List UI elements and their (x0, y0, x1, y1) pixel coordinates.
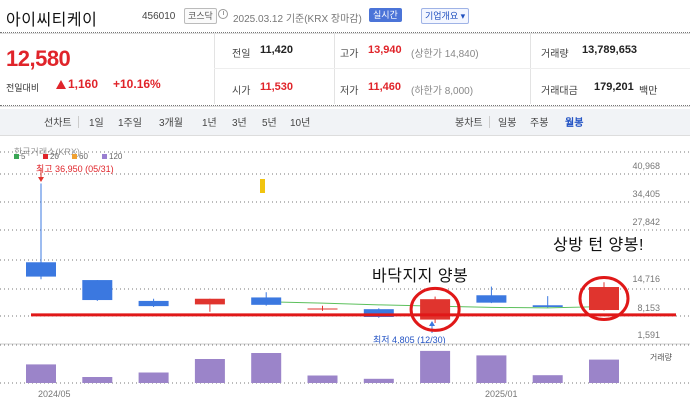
volume-bar (251, 353, 282, 383)
volume-bar (363, 378, 394, 383)
ma120-legend: 120 (102, 152, 122, 161)
divider (214, 68, 690, 69)
low-value: 11,460 (368, 81, 402, 93)
trade-value-unit: 백만 (639, 86, 658, 97)
x-tick: 2024/05 (38, 389, 71, 399)
y-tick: 1,591 (637, 330, 660, 340)
volume-label: 거래량 (649, 353, 672, 362)
prev-close-value: 11,420 (260, 44, 294, 56)
divider (78, 116, 79, 128)
volume-bar (532, 375, 563, 383)
high-value: 13,940 (368, 44, 402, 56)
stock-name: 아이씨티케이 (6, 12, 98, 29)
candle-body (476, 295, 507, 303)
tab-period[interactable]: 1년 (202, 114, 217, 129)
low-label: 저가 (340, 86, 359, 97)
divider (334, 34, 335, 104)
ma20-legend: 20 (43, 152, 59, 161)
tab-monthly[interactable]: 월봉 (565, 114, 583, 129)
divider (214, 34, 215, 104)
high-label: 고가 (340, 49, 359, 60)
clock-icon (218, 9, 228, 19)
tab-weekly[interactable]: 주봉 (530, 114, 548, 129)
trade-value: 179,201 (594, 81, 634, 93)
ma5-legend: 5 (14, 152, 25, 161)
market-badge: 코스닥 (184, 8, 217, 24)
y-tick: 40,968 (632, 161, 660, 171)
candle-body (532, 305, 563, 307)
y-tick: 8,153 (637, 303, 660, 313)
tab-period[interactable]: 3년 (232, 114, 247, 129)
tab-candle-chart[interactable]: 봉차트 (455, 114, 483, 129)
candle-body (138, 300, 169, 307)
annotation-bottom-support: 바닥지지 양봉 (372, 268, 469, 285)
divider (530, 34, 531, 104)
candle-body (307, 308, 338, 310)
current-price: 12,580 (6, 46, 71, 71)
tab-period[interactable]: 1일 (89, 114, 104, 129)
candle-body (26, 262, 56, 277)
open-value: 11,530 (260, 81, 294, 93)
candle-body (82, 280, 113, 301)
ma20-line (266, 301, 605, 309)
tab-line-chart[interactable]: 선차트 (44, 114, 72, 129)
marker (260, 179, 265, 193)
tab-period[interactable]: 3개월 (159, 114, 183, 129)
y-tick: 34,405 (632, 189, 660, 199)
up-triangle-icon (56, 80, 66, 89)
highlight-circle (578, 276, 630, 322)
change-label: 전일대비 (6, 83, 40, 93)
candle-body (420, 299, 451, 320)
change-percent: +10.16% (113, 77, 161, 91)
high-note: 최고 36,950 (05/31) (36, 164, 114, 174)
volume-bar (307, 375, 338, 383)
volume-label: 거래량 (541, 49, 569, 60)
stock-header: 아이씨티케이 456010 코스닥 2025.03.12 기준(KRX 장마감)… (0, 0, 690, 32)
volume-bar (138, 372, 169, 383)
candle-body (251, 297, 282, 305)
volume-value: 13,789,653 (582, 44, 638, 56)
candle-body (589, 287, 619, 311)
trade-value-label: 거래대금 (541, 86, 578, 97)
volume-bar (476, 355, 507, 383)
ma60-legend: 60 (72, 152, 88, 161)
tab-period[interactable]: 5년 (262, 114, 277, 129)
divider (489, 116, 490, 128)
upper-limit: (상한가 14,840) (411, 49, 479, 60)
tab-period[interactable]: 10년 (290, 114, 310, 129)
volume-bar (589, 359, 619, 383)
high-arrow-head (38, 177, 44, 182)
tab-period[interactable]: 1주일 (118, 114, 142, 129)
lower-limit: (하한가 8,000) (411, 86, 474, 97)
open-label: 시가 (232, 86, 251, 97)
volume-bar (420, 350, 451, 383)
company-overview-button[interactable]: 기업개요 ▾ (421, 8, 470, 24)
chart-tabs: 선차트 1일 1주일 3개월 1년 3년 5년 10년 봉차트 일봉 주봉 월봉 (0, 109, 690, 136)
realtime-button[interactable]: 실시간 (369, 8, 402, 22)
prev-close-label: 전일 (232, 49, 251, 60)
volume-bar (82, 377, 113, 383)
stock-code: 456010 (142, 11, 176, 22)
change-value: 1,160 (68, 77, 99, 91)
x-tick: 2025/01 (485, 389, 518, 399)
volume-bar (26, 364, 56, 383)
divider (0, 105, 690, 106)
low-note: 최저 4,805 (12/30) (373, 335, 446, 345)
highlight-circle (409, 286, 461, 332)
low-arrow-head (429, 321, 435, 326)
candle-body (363, 309, 394, 317)
volume-bar (194, 359, 225, 383)
annotation-upturn: 상방 턴 양봉! (553, 237, 644, 254)
y-tick: 27,842 (632, 217, 660, 227)
candle-body (194, 298, 225, 305)
quote-date: 2025.03.12 기준(KRX 장마감) (233, 14, 362, 25)
tab-daily[interactable]: 일봉 (498, 114, 516, 129)
y-tick: 14,716 (632, 274, 660, 284)
